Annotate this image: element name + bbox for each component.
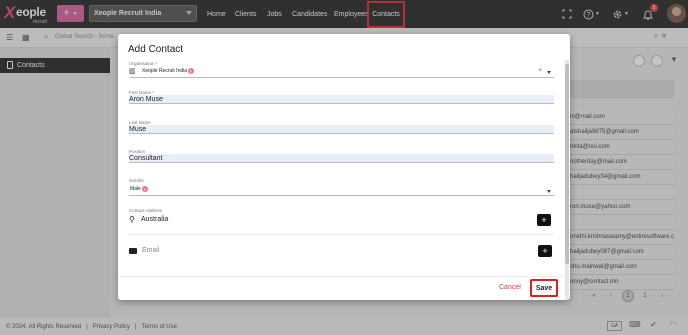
envelope-icon [129,248,137,254]
contact-address-label: Contact Address [129,208,163,213]
gender-label: Gender [129,178,145,183]
contact-address-field: Contact Address ⚲ Australia + [129,208,554,230]
modal-title: Add Contact [128,44,184,55]
gender-chip-label: Male [130,186,141,192]
location-pin-icon: ⚲ [129,215,135,224]
email-input[interactable]: Email [142,247,160,254]
organisation-chip-label: Xeople Recruit India [142,68,188,74]
add-contact-modal: Add Contact Organisation * ▥ Xeople Recr… [118,34,570,300]
contact-address-value: Australia [141,216,169,223]
add-email-button[interactable]: + [538,245,552,257]
organisation-label: Organisation * [129,61,158,66]
clear-icon[interactable]: × [538,68,542,74]
divider [118,276,565,277]
organisation-chip: Xeople Recruit India × [142,68,195,74]
gender-chip: Male × [130,186,148,192]
position-input[interactable]: Consultant [129,154,554,163]
position-field[interactable]: Position Consultant [129,149,554,165]
dropdown-caret-icon[interactable] [547,190,551,193]
building-icon: ▥ [129,68,136,75]
add-address-button[interactable]: + [537,214,551,226]
chip-remove-icon[interactable]: × [188,68,195,74]
cancel-button[interactable]: Cancel [499,284,521,291]
organisation-field[interactable]: Organisation * ▥ Xeople Recruit India × … [129,61,554,78]
chip-remove-icon[interactable]: × [141,186,148,192]
last-name-input[interactable]: Muse [129,125,554,134]
dropdown-caret-icon[interactable] [547,71,551,74]
save-button[interactable]: Save [530,279,558,297]
email-field: Email + [129,245,554,259]
first-name-field[interactable]: First Name * Aron Muse [129,90,554,106]
first-name-input[interactable]: Aron Muse [129,95,554,104]
divider [129,234,554,235]
modal-scrollbar-thumb[interactable] [565,64,569,264]
gender-field[interactable]: Gender Male × [129,178,554,196]
last-name-field[interactable]: Last Name Muse [129,120,554,136]
